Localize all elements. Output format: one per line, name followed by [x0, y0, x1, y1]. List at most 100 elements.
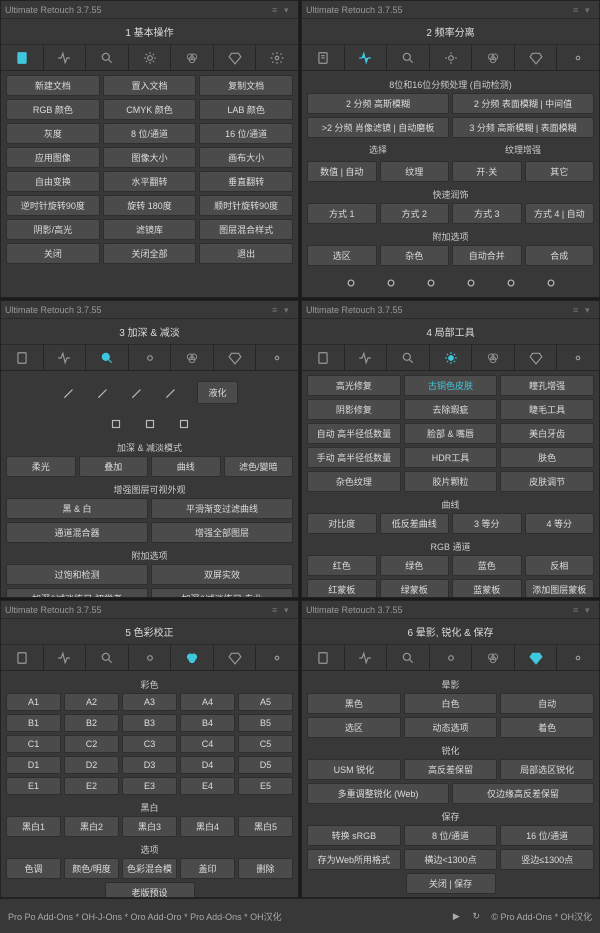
tab-sun[interactable] [430, 345, 473, 370]
action-button[interactable]: 16 位/通道 [199, 123, 293, 144]
action-button[interactable]: 红蒙板 [307, 579, 377, 597]
tab-search[interactable] [387, 345, 430, 370]
action-button[interactable]: 自动合并 [452, 245, 522, 266]
action-button[interactable]: A2 [64, 693, 119, 711]
action-button[interactable]: LAB 颜色 [199, 99, 293, 120]
liquify-button[interactable]: 液化 [197, 381, 237, 404]
action-button[interactable]: 古铜色皮肤 [404, 375, 498, 396]
legacy-presets-button[interactable]: 老版预设 [105, 882, 195, 897]
action-button[interactable]: 画布大小 [199, 147, 293, 168]
tab-rings[interactable] [472, 345, 515, 370]
action-button[interactable]: C1 [6, 735, 61, 753]
action-button[interactable]: 自动 高半径低数量 [307, 423, 401, 444]
close-icon[interactable]: ▾ [284, 305, 294, 315]
tab-doc[interactable] [302, 345, 345, 370]
action-button[interactable]: 双屏实效 [151, 564, 293, 585]
action-button[interactable]: 美白牙齿 [500, 423, 594, 444]
action-button[interactable]: 增强全部图层 [151, 522, 293, 543]
action-button[interactable]: 色调 [6, 858, 61, 879]
tab-sun[interactable] [430, 45, 473, 70]
action-button[interactable]: 选区 [307, 717, 401, 738]
action-button[interactable]: 动态选项 [404, 717, 498, 738]
close-icon[interactable]: ▾ [585, 5, 595, 15]
action-button[interactable]: 存为Web所用格式 [307, 849, 401, 870]
tab-doc[interactable] [302, 45, 345, 70]
action-button[interactable]: 蓝蒙板 [452, 579, 522, 597]
brush-icon[interactable] [61, 385, 77, 401]
action-button[interactable]: 叠加 [79, 456, 149, 477]
action-button[interactable]: 黑白3 [122, 816, 177, 837]
tab-search[interactable] [387, 45, 430, 70]
action-button[interactable]: 自由变换 [6, 171, 100, 192]
tab-sun[interactable] [430, 645, 473, 670]
action-button[interactable]: 添加图层蒙板 [525, 579, 595, 597]
tab-rings[interactable] [171, 645, 214, 670]
action-button[interactable]: USM 锐化 [307, 759, 401, 780]
tab-gear[interactable] [256, 345, 298, 370]
action-button[interactable]: 8 位/通道 [404, 825, 498, 846]
action-button[interactable]: 应用图像 [6, 147, 100, 168]
action-button[interactable]: 多重调整锐化 (Web) [307, 783, 449, 804]
tab-doc[interactable] [1, 645, 44, 670]
tab-diamond[interactable] [515, 45, 558, 70]
smudge-icon[interactable] [129, 385, 145, 401]
pen-icon[interactable] [163, 385, 179, 401]
tab-diamond[interactable] [515, 645, 558, 670]
action-button[interactable]: 高反差保留 [404, 759, 498, 780]
action-button[interactable]: D4 [180, 756, 235, 774]
action-button[interactable]: 低反差曲线 [380, 513, 450, 534]
action-button[interactable]: 柔光 [6, 456, 76, 477]
close-icon[interactable]: ▾ [585, 305, 595, 315]
tab-search[interactable] [387, 645, 430, 670]
action-button[interactable]: 滤色/變暗 [224, 456, 294, 477]
circle-dashed-icon[interactable] [142, 416, 158, 432]
action-button[interactable]: 数值 | 自动 [307, 161, 377, 182]
refresh-icon[interactable]: ↻ [469, 909, 483, 923]
action-button[interactable]: A5 [238, 693, 293, 711]
action-button[interactable]: 黑白5 [238, 816, 293, 837]
tab-pulse[interactable] [44, 645, 87, 670]
action-button[interactable]: 2 分频 表面模糊 | 中间值 [452, 93, 594, 114]
tab-diamond[interactable] [214, 345, 257, 370]
action-button[interactable]: C4 [180, 735, 235, 753]
action-button[interactable]: B1 [6, 714, 61, 732]
action-button[interactable]: 合成 [525, 245, 595, 266]
action-button[interactable]: 黑白1 [6, 816, 61, 837]
tab-rings[interactable] [171, 45, 214, 70]
action-button[interactable]: B5 [238, 714, 293, 732]
action-button[interactable]: B3 [122, 714, 177, 732]
action-button[interactable]: 图层混合样式 [199, 219, 293, 240]
action-button[interactable]: E5 [238, 777, 293, 795]
action-button[interactable]: 加深&减淡练习-专业 [151, 588, 293, 597]
action-button[interactable]: 阴影修复 [307, 399, 401, 420]
collapse-icon[interactable]: ≡ [573, 305, 583, 315]
close-icon[interactable]: ▾ [585, 605, 595, 615]
action-button[interactable]: 手动 高半径低数量 [307, 447, 401, 468]
cpu-icon[interactable] [176, 416, 192, 432]
action-button[interactable]: 瞳孔增强 [500, 375, 594, 396]
action-button[interactable]: 转换 sRGB [307, 825, 401, 846]
action-button[interactable]: 仅边缘高反差保留 [452, 783, 594, 804]
action-button[interactable]: 开·关 [452, 161, 522, 182]
action-button[interactable]: 关闭 [6, 243, 100, 264]
tab-sun[interactable] [129, 45, 172, 70]
collapse-icon[interactable]: ≡ [573, 5, 583, 15]
action-button[interactable]: E2 [64, 777, 119, 795]
action-button[interactable]: D2 [64, 756, 119, 774]
collapse-icon[interactable]: ≡ [272, 5, 282, 15]
action-button[interactable]: 高光修复 [307, 375, 401, 396]
action-button[interactable]: 曲线 [151, 456, 221, 477]
action-button[interactable]: 加深&减淡练习-初学者 [6, 588, 148, 597]
close-icon[interactable]: ▾ [284, 5, 294, 15]
tab-gear[interactable] [256, 645, 298, 670]
action-button[interactable]: 垂直翻转 [199, 171, 293, 192]
tab-gear[interactable] [557, 645, 599, 670]
stamp-icon[interactable] [95, 385, 111, 401]
tab-rings[interactable] [472, 645, 515, 670]
action-button[interactable]: 8 位/通道 [103, 123, 197, 144]
cpu2-icon[interactable] [543, 275, 559, 291]
action-button[interactable]: 过饱和检测 [6, 564, 148, 585]
tab-pulse[interactable] [345, 645, 388, 670]
tab-sun[interactable] [129, 345, 172, 370]
tab-gear[interactable] [557, 45, 599, 70]
